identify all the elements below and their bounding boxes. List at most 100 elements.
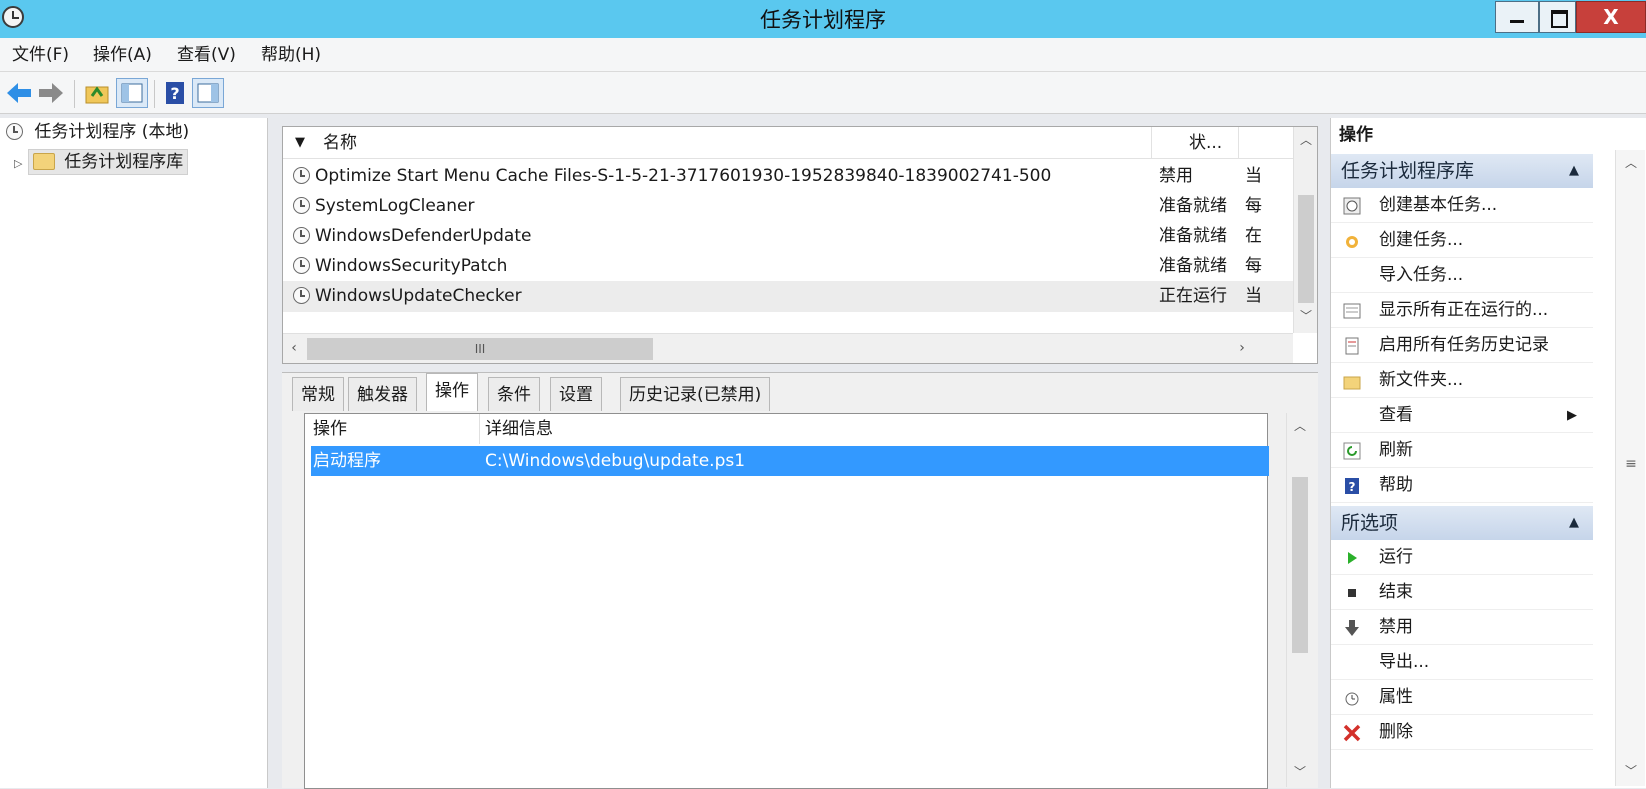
column-action[interactable]: 操作 <box>313 414 347 444</box>
scroll-left-icon[interactable]: ‹ <box>285 340 303 356</box>
scroll-thumb[interactable] <box>1298 195 1314 303</box>
properties-clock-icon <box>1345 692 1359 706</box>
section-library-header[interactable]: 任务计划程序库 ▲ <box>1331 154 1593 188</box>
up-folder-icon[interactable] <box>83 78 115 108</box>
tab-general[interactable]: 常规 <box>292 377 344 411</box>
section-selected-title: 所选项 <box>1341 512 1399 534</box>
tree-root[interactable]: 任务计划程序 (本地) <box>6 118 189 146</box>
task-trigger: 每 <box>1245 196 1262 216</box>
task-clock-icon <box>293 287 310 304</box>
show-hide-tree-icon[interactable] <box>116 78 148 108</box>
task-row[interactable]: SystemLogCleaner 准备就绪 每 <box>283 191 1293 222</box>
close-button[interactable]: X <box>1576 1 1646 33</box>
create-task-icon <box>1346 236 1358 248</box>
task-details-pane: 常规 触发器 操作 条件 设置 历史记录(已禁用) 操作 详细信息 启动程序 C… <box>282 372 1318 789</box>
actions-pane: 操作 任务计划程序库 ▲ 创建基本任务... 创建任务... 导入任务... 显… <box>1330 118 1646 788</box>
export-button[interactable]: 导出... <box>1331 645 1593 680</box>
delete-x-icon <box>1343 724 1361 742</box>
delete-button[interactable]: 删除 <box>1331 715 1593 750</box>
new-folder-button[interactable]: 新文件夹... <box>1331 363 1593 398</box>
new-folder-icon <box>1343 376 1361 390</box>
actions-vertical-scrollbar[interactable]: ︿ ﹀ <box>1286 413 1312 787</box>
tree-root-label: 任务计划程序 (本地) <box>34 122 190 142</box>
expand-arrow-icon[interactable]: ▷ <box>14 157 22 170</box>
basic-task-icon <box>1343 197 1361 215</box>
task-status: 正在运行 <box>1159 286 1227 306</box>
toolbar: ? <box>0 72 1646 114</box>
section-selected-header[interactable]: 所选项 ▲ <box>1331 506 1593 540</box>
navigation-tree: 任务计划程序 (本地) ▷ 任务计划程序库 <box>0 118 268 788</box>
horizontal-scroll-thumb[interactable]: III <box>307 338 653 360</box>
task-status: 准备就绪 <box>1159 196 1227 216</box>
submenu-arrow-icon: ▶ <box>1567 408 1577 423</box>
show-hide-action-pane-icon[interactable] <box>192 78 224 108</box>
end-button[interactable]: 结束 <box>1331 575 1593 610</box>
scroll-up-icon[interactable]: ︿ <box>1294 131 1317 148</box>
sort-arrow-icon: ▼ <box>295 135 305 150</box>
view-menu-button[interactable]: 查看 ▶ <box>1331 398 1593 433</box>
forward-arrow-icon[interactable] <box>36 78 68 108</box>
scroll-thumb[interactable] <box>1292 477 1308 653</box>
scroll-up-icon[interactable]: ︿ <box>1287 417 1313 434</box>
tab-history[interactable]: 历史记录(已禁用) <box>620 377 771 411</box>
scroll-right-icon[interactable]: › <box>1233 340 1251 356</box>
column-status[interactable]: 状... <box>1189 127 1249 159</box>
import-task-button[interactable]: 导入任务... <box>1331 258 1593 293</box>
scroll-down-icon[interactable]: ﹀ <box>1294 307 1317 324</box>
tree-item-library[interactable]: ▷ 任务计划程序库 <box>14 148 196 176</box>
scroll-down-icon[interactable]: ﹀ <box>1287 763 1313 780</box>
list-header: ▼ 名称 状... <box>283 127 1293 159</box>
scroll-grip-icon[interactable]: ≡ <box>1616 456 1646 472</box>
svg-text:?: ? <box>1349 480 1356 494</box>
svg-text:?: ? <box>170 84 179 103</box>
task-row[interactable]: WindowsDefenderUpdate 准备就绪 在 <box>283 221 1293 252</box>
task-clock-icon <box>293 227 310 244</box>
tab-triggers[interactable]: 触发器 <box>348 377 417 411</box>
task-trigger: 当 <box>1245 166 1262 186</box>
task-list-vertical-scrollbar[interactable]: ︿ ﹀ <box>1293 127 1317 333</box>
tab-actions[interactable]: 操作 <box>426 373 478 411</box>
history-icon <box>1345 337 1359 355</box>
task-trigger: 在 <box>1245 226 1262 246</box>
minimize-button[interactable] <box>1495 1 1539 33</box>
menu-file[interactable]: 文件(F) <box>12 38 69 72</box>
column-name[interactable]: 名称 <box>323 127 1143 159</box>
enable-history-button[interactable]: 启用所有任务历史记录 <box>1331 328 1593 363</box>
create-basic-task-button[interactable]: 创建基本任务... <box>1331 188 1593 223</box>
task-trigger: 当 <box>1245 286 1262 306</box>
clock-app-icon <box>2 6 24 28</box>
collapse-caret-icon[interactable]: ▲ <box>1569 506 1579 540</box>
disable-button[interactable]: 禁用 <box>1331 610 1593 645</box>
menu-view[interactable]: 查看(V) <box>177 38 236 72</box>
task-clock-icon <box>293 197 310 214</box>
action-details: C:\Windows\debug\update.ps1 <box>485 451 746 471</box>
title-bar: 任务计划程序 X <box>0 0 1646 38</box>
properties-button[interactable]: 属性 <box>1331 680 1593 715</box>
create-task-button[interactable]: 创建任务... <box>1331 223 1593 258</box>
collapse-caret-icon[interactable]: ▲ <box>1569 154 1579 188</box>
task-row-selected[interactable]: WindowsUpdateChecker 正在运行 当 <box>283 281 1293 312</box>
scroll-down-icon[interactable]: ﹀ <box>1616 762 1646 779</box>
show-running-tasks-button[interactable]: 显示所有正在运行的... <box>1331 293 1593 328</box>
task-trigger: 每 <box>1245 256 1262 276</box>
help-icon[interactable]: ? <box>160 78 192 108</box>
menu-bar: 文件(F) 操作(A) 查看(V) 帮助(H) <box>0 38 1646 72</box>
tree-library-label: 任务计划程序库 <box>64 152 184 172</box>
task-row[interactable]: WindowsSecurityPatch 准备就绪 每 <box>283 251 1293 282</box>
column-details[interactable]: 详细信息 <box>485 414 553 444</box>
menu-help[interactable]: 帮助(H) <box>261 38 321 72</box>
action-row-selected[interactable]: 启动程序 C:\Windows\debug\update.ps1 <box>311 446 1269 476</box>
actions-pane-scrollbar[interactable]: ︿ ≡ ﹀ <box>1615 150 1645 786</box>
tab-settings[interactable]: 设置 <box>550 377 602 411</box>
tab-conditions[interactable]: 条件 <box>488 377 540 411</box>
refresh-button[interactable]: 刷新 <box>1331 433 1593 468</box>
run-button[interactable]: 运行 <box>1331 540 1593 575</box>
menu-action[interactable]: 操作(A) <box>93 38 152 72</box>
scroll-up-icon[interactable]: ︿ <box>1616 154 1646 171</box>
task-list-horizontal-scrollbar[interactable]: ‹ III › <box>283 333 1293 363</box>
back-arrow-icon[interactable] <box>4 78 36 108</box>
help-button[interactable]: ? 帮助 <box>1331 468 1593 503</box>
task-name: Optimize Start Menu Cache Files-S-1-5-21… <box>315 166 1052 186</box>
task-row[interactable]: Optimize Start Menu Cache Files-S-1-5-21… <box>283 161 1293 192</box>
maximize-button[interactable] <box>1539 1 1576 33</box>
